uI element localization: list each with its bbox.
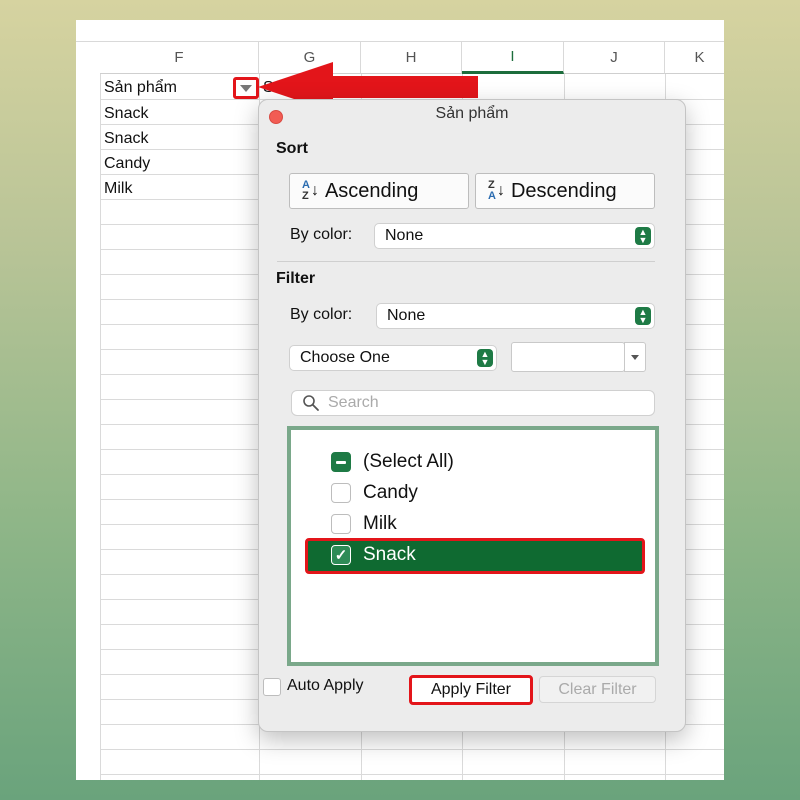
filter-dropdown-button[interactable]: [233, 77, 259, 99]
filter-dialog: Sản phẩm Sort A Z ↓ Ascending Z A ↓ Descendi…: [258, 99, 686, 732]
stepper-icon: ▲ ▼: [477, 349, 493, 367]
search-placeholder: Search: [328, 394, 379, 411]
list-item-snack[interactable]: ✓ Snack: [331, 541, 416, 569]
sort-section-label: Sort: [276, 140, 308, 157]
filter-section-label: Filter: [276, 270, 316, 287]
checkbox-icon[interactable]: [331, 514, 351, 534]
column-label: K: [694, 49, 705, 66]
clear-filter-button[interactable]: Clear Filter: [539, 676, 656, 703]
stepper-icon: ▲ ▼: [635, 307, 651, 325]
cell-f-row-3[interactable]: Candy: [104, 155, 150, 173]
filter-by-color-label: By color:: [290, 306, 353, 323]
dialog-title: Sản phẩm: [435, 105, 509, 122]
checkbox-mixed-icon[interactable]: [331, 452, 351, 472]
list-item-milk[interactable]: Milk: [331, 510, 397, 538]
list-item-label: (Select All): [363, 451, 454, 472]
sort-za-icon: Z A ↓: [488, 179, 505, 202]
auto-apply-checkbox[interactable]: [263, 678, 281, 696]
list-item-select-all[interactable]: (Select All): [331, 448, 454, 476]
column-gridline: [100, 74, 101, 780]
condition-value-dropdown[interactable]: [624, 342, 646, 372]
cell-f-row-1[interactable]: Snack: [104, 105, 148, 123]
sort-by-color-label: By color:: [290, 226, 353, 243]
filter-by-color-select[interactable]: None ▲ ▼: [376, 303, 655, 329]
auto-apply-label: Auto Apply: [287, 677, 364, 694]
checkmark-icon[interactable]: ✓: [331, 545, 351, 565]
condition-value: Choose One: [300, 349, 390, 366]
condition-value-input[interactable]: [511, 342, 625, 372]
sort-by-color-value: None: [385, 227, 424, 244]
search-input[interactable]: Search: [291, 390, 655, 416]
condition-select[interactable]: Choose One ▲ ▼: [289, 345, 497, 371]
search-icon: [303, 395, 319, 411]
column-header-k[interactable]: K: [665, 41, 724, 74]
sort-ascending-label: Ascending: [324, 179, 419, 202]
list-item-label: Milk: [363, 513, 397, 534]
sort-ascending-button[interactable]: A Z ↓ Ascending: [289, 173, 469, 209]
row-gridline: [100, 774, 724, 775]
column-label: J: [610, 49, 618, 66]
column-label: F: [174, 49, 184, 66]
column-label: I: [510, 48, 515, 65]
filter-values-list: (Select All) Candy Milk ✓ Snack: [287, 426, 659, 666]
checkbox-icon[interactable]: [331, 483, 351, 503]
cell-f-row-2[interactable]: Snack: [104, 130, 148, 148]
column-header-f[interactable]: F: [100, 41, 259, 74]
sort-by-color-select[interactable]: None ▲ ▼: [374, 223, 655, 249]
row-gridline: [100, 749, 724, 750]
apply-filter-button[interactable]: Apply Filter: [409, 675, 533, 705]
sort-az-icon: A Z ↓: [302, 179, 319, 202]
chevron-down-icon: [631, 354, 639, 360]
section-divider: [277, 261, 655, 262]
sort-descending-button[interactable]: Z A ↓ Descending: [475, 173, 655, 209]
filter-by-color-value: None: [387, 307, 426, 324]
toolbar-strip: [76, 20, 724, 42]
list-item-candy[interactable]: Candy: [331, 479, 418, 507]
dropdown-triangle-icon: [240, 84, 252, 92]
cell-f-row-4[interactable]: Milk: [104, 180, 132, 198]
list-item-label: Snack: [363, 544, 416, 565]
cell-f-header[interactable]: Sản phẩm: [104, 79, 177, 97]
list-item-label: Candy: [363, 482, 418, 503]
sort-descending-label: Descending: [510, 179, 617, 202]
column-header-j[interactable]: J: [564, 41, 665, 74]
stepper-icon: ▲ ▼: [635, 227, 651, 245]
